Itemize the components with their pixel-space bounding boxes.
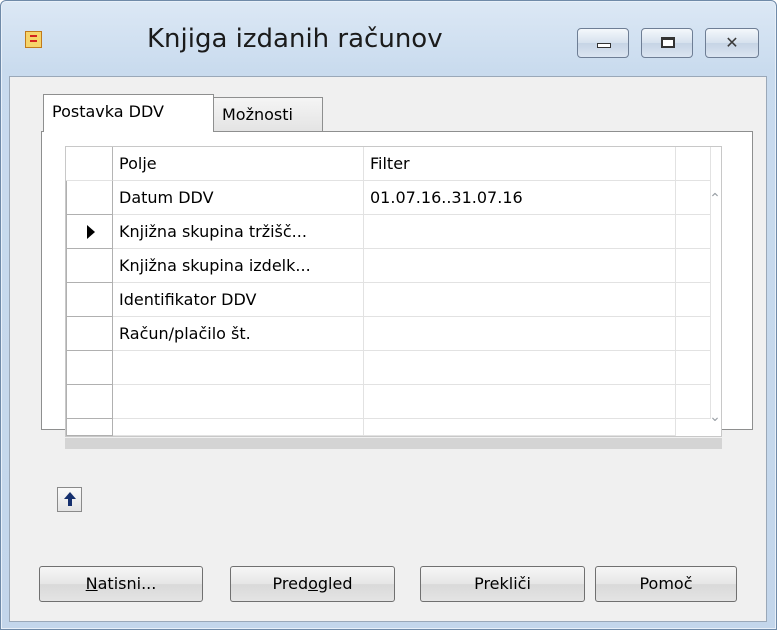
- window-title: Knjiga izdanih računov: [147, 24, 443, 54]
- header-selector-cell: [66, 147, 113, 181]
- row-selector[interactable]: [66, 249, 113, 283]
- print-button[interactable]: Natisni...: [39, 566, 203, 602]
- row-selector[interactable]: [66, 419, 113, 436]
- extra-cell: [676, 215, 711, 249]
- extra-cell: [676, 283, 711, 317]
- move-up-button[interactable]: [57, 487, 82, 512]
- grid-header: Polje Filter: [66, 147, 721, 181]
- close-icon: ✕: [725, 33, 739, 52]
- filter-cell[interactable]: [364, 351, 676, 385]
- preview-mnemonic: o: [308, 574, 318, 593]
- minimize-icon: [597, 43, 611, 48]
- row-selector[interactable]: [66, 181, 113, 215]
- tab-moznosti[interactable]: Možnosti: [213, 97, 323, 132]
- filter-cell[interactable]: [364, 283, 676, 317]
- column-header-field[interactable]: Polje: [113, 147, 364, 181]
- horizontal-scrollbar[interactable]: [65, 438, 722, 449]
- filter-cell[interactable]: [364, 249, 676, 283]
- table-row[interactable]: [66, 402, 721, 436]
- field-cell[interactable]: [113, 351, 364, 385]
- field-cell[interactable]: Datum DDV: [113, 181, 364, 215]
- arrow-up-icon: [64, 492, 76, 499]
- field-cell[interactable]: [113, 419, 364, 436]
- column-header-filter[interactable]: Filter: [364, 147, 676, 181]
- report-icon[interactable]: [25, 31, 42, 48]
- filter-cell[interactable]: [364, 215, 676, 249]
- extra-cell: [676, 351, 711, 385]
- filter-grid[interactable]: Polje Filter Datum DDV 01.07.16..31.07.1…: [65, 146, 722, 437]
- scroll-up-icon[interactable]: ⌃: [704, 189, 726, 209]
- table-row[interactable]: Račun/plačilo št.: [66, 317, 721, 351]
- current-row-indicator-icon: [87, 225, 95, 239]
- row-selector[interactable]: [66, 317, 113, 351]
- extra-cell: [676, 249, 711, 283]
- minimize-button[interactable]: [577, 28, 629, 58]
- cancel-button[interactable]: Prekliči: [420, 566, 585, 602]
- scroll-down-icon[interactable]: ⌄: [704, 407, 726, 427]
- table-row[interactable]: Knjižna skupina tržišč...: [66, 215, 721, 249]
- row-selector[interactable]: [66, 283, 113, 317]
- preview-label-start: Pred: [272, 574, 309, 593]
- column-header-extra: [676, 147, 711, 181]
- field-cell[interactable]: Knjižna skupina izdelk...: [113, 249, 364, 283]
- preview-button[interactable]: Predogled: [230, 566, 395, 602]
- filter-cell[interactable]: [364, 317, 676, 351]
- help-button[interactable]: Pomoč: [595, 566, 737, 602]
- row-selector[interactable]: [66, 215, 113, 249]
- print-label: atisni...: [97, 574, 157, 593]
- maximize-button[interactable]: [641, 28, 693, 58]
- tab-panel: Polje Filter Datum DDV 01.07.16..31.07.1…: [41, 131, 753, 449]
- field-cell[interactable]: Identifikator DDV: [113, 283, 364, 317]
- dialog-window: Knjiga izdanih računov ✕ Postavka DDV Mo…: [0, 0, 777, 630]
- title-bar[interactable]: Knjiga izdanih računov ✕: [1, 1, 776, 61]
- maximize-icon: [661, 37, 675, 48]
- field-cell[interactable]: Račun/plačilo št.: [113, 317, 364, 351]
- tab-postavka-ddv[interactable]: Postavka DDV: [43, 94, 214, 132]
- row-selector[interactable]: [66, 351, 113, 385]
- table-row[interactable]: [66, 351, 721, 385]
- filter-cell[interactable]: [364, 419, 676, 436]
- print-mnemonic: N: [85, 574, 98, 593]
- close-button[interactable]: ✕: [705, 28, 759, 58]
- arrow-up-stem: [68, 499, 72, 506]
- extra-cell: [676, 317, 711, 351]
- table-row[interactable]: Identifikator DDV: [66, 283, 721, 317]
- preview-label-end: gled: [317, 574, 353, 593]
- dialog-client-area: Postavka DDV Možnosti Polje Filter Datum…: [9, 76, 767, 622]
- table-row[interactable]: Knjižna skupina izdelk...: [66, 249, 721, 283]
- filter-cell[interactable]: 01.07.16..31.07.16: [364, 181, 676, 215]
- table-row[interactable]: Datum DDV 01.07.16..31.07.16: [66, 181, 721, 215]
- field-cell[interactable]: Knjižna skupina tržišč...: [113, 215, 364, 249]
